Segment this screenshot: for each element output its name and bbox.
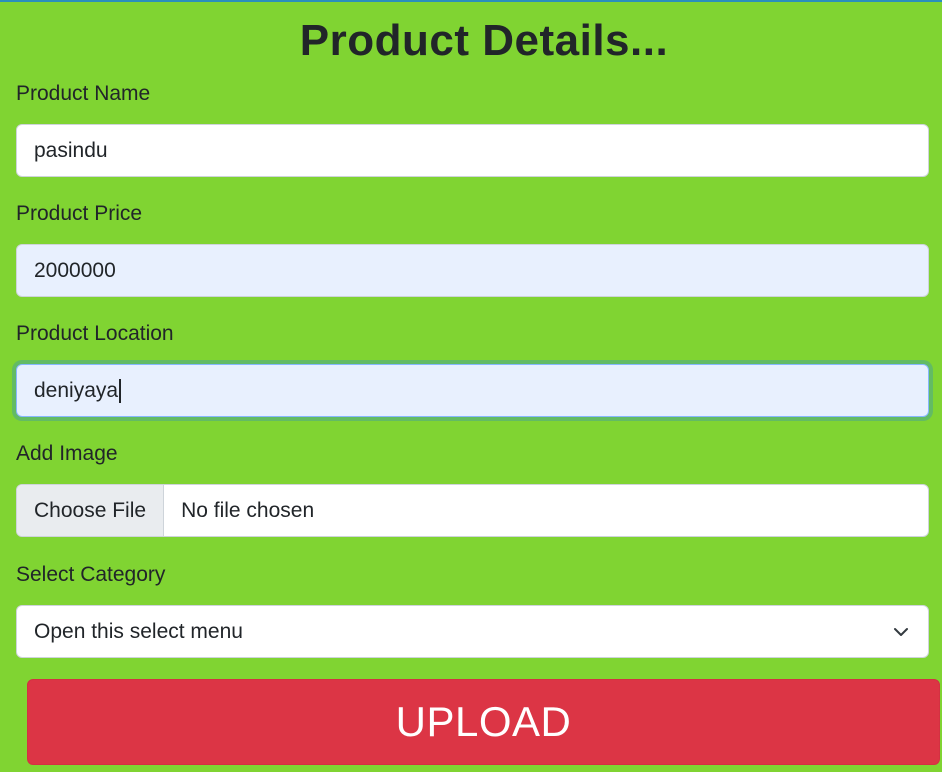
chevron-down-icon xyxy=(893,624,909,640)
upload-button[interactable]: UPLOAD xyxy=(27,679,940,765)
choose-file-button[interactable]: Choose File xyxy=(17,485,165,536)
product-name-input[interactable]: pasindu xyxy=(16,124,929,177)
add-image-label: Add Image xyxy=(16,442,118,465)
page-title: Product Details... xyxy=(299,16,669,65)
product-price-label: Product Price xyxy=(16,202,143,225)
file-status-text: No file chosen xyxy=(181,498,315,522)
product-price-value: 2000000 xyxy=(34,258,116,282)
text-caret xyxy=(119,378,121,403)
product-location-input[interactable]: deniyaya xyxy=(16,364,929,417)
category-select[interactable]: Open this select menu xyxy=(16,605,929,658)
product-price-input[interactable]: 2000000 xyxy=(16,244,929,297)
image-file-input[interactable]: Choose File No file chosen xyxy=(16,484,929,537)
product-name-label: Product Name xyxy=(16,82,151,105)
product-form-page: Product Details... Product Name pasindu … xyxy=(0,0,942,772)
category-selected-value: Open this select menu xyxy=(34,619,243,643)
product-location-label: Product Location xyxy=(16,322,174,345)
product-location-value: deniyaya xyxy=(34,378,119,402)
product-name-value: pasindu xyxy=(34,138,108,162)
select-category-label: Select Category xyxy=(16,563,166,586)
